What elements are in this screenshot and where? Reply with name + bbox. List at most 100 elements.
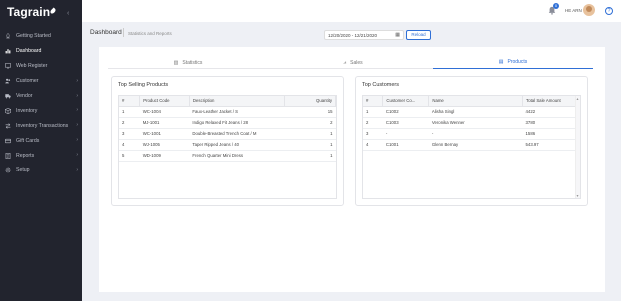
- col-name[interactable]: Name: [428, 96, 524, 107]
- sidebar-item-dashboard[interactable]: Dashboard: [0, 44, 82, 59]
- logo-drop-icon: [49, 7, 57, 15]
- tab-products[interactable]: ▤ Products: [433, 56, 593, 69]
- sidebar-item-label: Gift Cards: [16, 137, 40, 144]
- sidebar-item-inventory[interactable]: Inventory ›: [0, 103, 82, 118]
- sidebar: Tagrain ‹ Getting Started Dashboard Web Re…: [0, 0, 82, 301]
- table-row[interactable]: 1 C1002 Alisha Singl 4422: [363, 106, 577, 118]
- table-cell: French Quarter Mini Dress: [189, 150, 285, 162]
- sidebar-item-label: Inventory: [16, 107, 38, 114]
- line-chart-icon: ⩘: [343, 59, 347, 66]
- table-cell: Taper Ripped Jeans / 40: [189, 139, 285, 151]
- sidebar-item-reports[interactable]: Reports ›: [0, 148, 82, 163]
- table-cell: 4: [363, 139, 383, 151]
- table-row[interactable]: 3- -1586: [363, 128, 577, 140]
- col-total-sale-amount[interactable]: Total Sale Amount: [522, 96, 577, 107]
- top-header: [82, 0, 621, 22]
- sidebar-item-label: Setup: [16, 167, 30, 174]
- table-row[interactable]: 4 C1001 Glenn Bernay 543.97: [363, 139, 577, 151]
- chevron-right-icon: ›: [76, 92, 78, 99]
- table-cell: 1: [363, 106, 383, 118]
- top-customers-table: # Customer Co... Name Total Sale Amount …: [363, 96, 577, 151]
- table-cell: Alisha Singl: [428, 106, 523, 118]
- gift-card-icon: [5, 138, 11, 144]
- table-row[interactable]: 5 WD-1009 French Quarter Mini Dress 1: [119, 150, 336, 162]
- col-index[interactable]: #: [363, 96, 384, 107]
- table-cell: WJ-1005: [139, 139, 190, 151]
- box-icon: [5, 107, 11, 114]
- chevron-right-icon: ›: [76, 107, 78, 114]
- app-logo[interactable]: Tagrain: [7, 5, 57, 19]
- col-description[interactable]: Description: [189, 96, 286, 107]
- report-icon: [5, 152, 11, 159]
- col-quantity[interactable]: Quantity: [284, 96, 336, 107]
- table-cell: 3: [363, 128, 383, 140]
- help-icon[interactable]: ?: [605, 7, 613, 15]
- page-subtitle: Statistics and Reports: [128, 31, 172, 36]
- top-customers-panel: Top Customers # Customer Co... Name Tota…: [355, 76, 588, 206]
- table-cell: 5: [119, 150, 140, 162]
- sidebar-item-getting-started[interactable]: Getting Started: [0, 29, 82, 44]
- rocket-icon: [5, 33, 11, 40]
- table-cell: Double-Breasted Trench Coat / M: [189, 128, 285, 140]
- gear-icon: [5, 167, 11, 173]
- top-selling-table-wrapper: # Product Code Description Quantity 1 WC-…: [118, 95, 337, 199]
- sidebar-item-gift-cards[interactable]: Gift Cards ›: [0, 133, 82, 148]
- table-cell: MJ-1001: [139, 117, 190, 129]
- table-cell: 2: [119, 117, 140, 129]
- table-cell: WC-1001: [139, 128, 190, 140]
- table-cell: 1586: [522, 128, 577, 140]
- sidebar-item-label: Vendor: [16, 93, 33, 99]
- table-cell: Veronika Wenner: [428, 117, 523, 129]
- products-icon: ▤: [498, 59, 504, 65]
- top-selling-panel: Top Selling Products # Product Code Desc…: [111, 76, 344, 206]
- table-row[interactable]: 1 WC-1004 Faux-Leather Jacket / S 15: [119, 106, 336, 118]
- top-selling-title: Top Selling Products: [118, 82, 169, 88]
- collapse-sidebar-icon[interactable]: ‹: [67, 10, 69, 17]
- user-name[interactable]: HE ARN: [565, 8, 582, 13]
- table-row[interactable]: 3 WC-1001 Double-Breasted Trench Coat / M1: [119, 128, 336, 140]
- table-cell: 1: [284, 128, 336, 140]
- col-index[interactable]: #: [119, 96, 141, 107]
- vertical-scrollbar[interactable]: [575, 96, 580, 198]
- tab-bar: ▥ Statistics ⩘ Sales ▤ Products: [108, 56, 593, 69]
- sidebar-item-label: Reports: [16, 152, 35, 159]
- table-cell: -: [382, 128, 429, 140]
- calendar-icon[interactable]: ▦: [395, 32, 400, 39]
- tab-sales[interactable]: ⩘ Sales: [273, 56, 433, 69]
- table-cell: Faux-Leather Jacket / S: [189, 106, 285, 118]
- table-cell: 1: [284, 139, 336, 151]
- sidebar-item-setup[interactable]: Setup ›: [0, 163, 82, 178]
- col-customer-code[interactable]: Customer Co...: [382, 96, 430, 107]
- table-cell: WC-1004: [139, 106, 190, 118]
- sidebar-item-vendor[interactable]: Vendor ›: [0, 89, 82, 104]
- chevron-right-icon: ›: [76, 77, 78, 84]
- sidebar-item-label: Inventory Transactions: [16, 122, 69, 129]
- swap-icon: [5, 123, 11, 129]
- sidebar-item-label: Getting Started: [16, 33, 51, 40]
- table-cell: 1: [119, 106, 140, 118]
- table-cell: 1: [284, 150, 336, 162]
- table-cell: 15: [284, 106, 336, 118]
- sidebar-nav: Getting Started Dashboard Web Register Cust…: [0, 29, 82, 178]
- date-range-picker[interactable]: 12/20/2020 - 12/21/2020 ▦: [324, 30, 404, 40]
- reload-button[interactable]: Reload: [406, 30, 431, 40]
- tab-statistics[interactable]: ▥ Statistics: [108, 56, 268, 69]
- avatar[interactable]: [583, 4, 595, 16]
- bar-chart-icon: [5, 48, 11, 54]
- sidebar-item-customer[interactable]: Customer ›: [0, 74, 82, 89]
- table-row[interactable]: 4 WJ-1005 Taper Ripped Jeans / 40 1: [119, 139, 336, 151]
- col-product-code[interactable]: Product Code: [139, 96, 190, 107]
- page-title: Dashboard: [90, 29, 122, 36]
- truck-icon: [5, 93, 11, 99]
- table-row[interactable]: 2 C1003 Veronika Wenner 3780: [363, 117, 577, 129]
- table-header-row: # Product Code Description Quantity: [119, 96, 336, 107]
- sidebar-item-web-register[interactable]: Web Register: [0, 59, 82, 74]
- table-cell: C1001: [382, 139, 429, 151]
- date-range-value: 12/20/2020 - 12/21/2020: [328, 33, 378, 38]
- sidebar-item-label: Web Register: [16, 63, 48, 70]
- table-row[interactable]: 2 MJ-1001 Indigo Relaxed Fit Jeans / 28 2: [119, 117, 336, 129]
- sidebar-item-inventory-transactions[interactable]: Inventory Transactions ›: [0, 118, 82, 133]
- table-cell: 2: [363, 117, 383, 129]
- table-cell: Glenn Bernay: [428, 139, 523, 151]
- table-cell: WD-1009: [139, 150, 190, 162]
